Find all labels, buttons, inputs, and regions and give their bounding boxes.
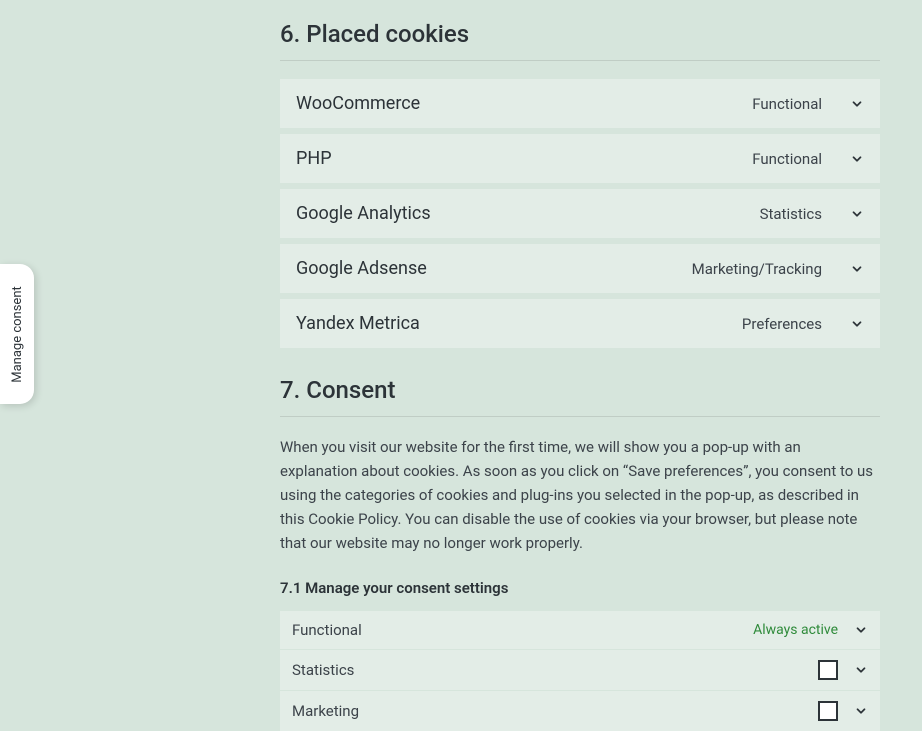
- consent-body-text: When you visit our website for the first…: [280, 435, 880, 555]
- chevron-down-icon: [850, 97, 864, 111]
- always-active-label: Always active: [753, 622, 838, 638]
- chevron-down-icon: [854, 663, 868, 677]
- cookie-right: Marketing/Tracking: [692, 260, 864, 278]
- chevron-down-icon: [854, 623, 868, 637]
- consent-label: Functional: [292, 621, 362, 639]
- cookie-name: Google Adsense: [296, 258, 427, 279]
- cookie-item-php[interactable]: PHP Functional: [280, 134, 880, 183]
- consent-row-functional[interactable]: Functional Always active: [280, 611, 880, 649]
- cookie-category: Statistics: [760, 205, 822, 223]
- cookie-category: Preferences: [742, 315, 822, 333]
- consent-sub-heading: 7.1 Manage your consent settings: [280, 579, 880, 597]
- consent-right: [818, 701, 868, 721]
- cookie-right: Preferences: [742, 315, 864, 333]
- consent-checkbox[interactable]: [818, 660, 838, 680]
- cookie-item-google-analytics[interactable]: Google Analytics Statistics: [280, 189, 880, 238]
- cookie-name: Yandex Metrica: [296, 313, 420, 334]
- manage-consent-label: Manage consent: [10, 286, 25, 383]
- cookie-category: Functional: [752, 150, 822, 168]
- consent-label: Statistics: [292, 661, 354, 679]
- chevron-down-icon: [850, 152, 864, 166]
- cookie-accordion-list: WooCommerce Functional PHP Functional Go…: [280, 79, 880, 348]
- consent-label: Marketing: [292, 702, 359, 720]
- cookie-category: Marketing/Tracking: [692, 260, 822, 278]
- section-heading-consent: 7. Consent: [280, 376, 880, 417]
- chevron-down-icon: [854, 704, 868, 718]
- chevron-down-icon: [850, 317, 864, 331]
- consent-row-marketing[interactable]: Marketing: [280, 691, 880, 731]
- cookie-right: Functional: [752, 95, 864, 113]
- main-content: 6. Placed cookies WooCommerce Functional…: [280, 0, 880, 731]
- consent-row-statistics[interactable]: Statistics: [280, 650, 880, 690]
- cookie-name: WooCommerce: [296, 93, 420, 114]
- cookie-item-woocommerce[interactable]: WooCommerce Functional: [280, 79, 880, 128]
- cookie-item-google-adsense[interactable]: Google Adsense Marketing/Tracking: [280, 244, 880, 293]
- consent-right: [818, 660, 868, 680]
- chevron-down-icon: [850, 262, 864, 276]
- section-heading-placed-cookies: 6. Placed cookies: [280, 20, 880, 61]
- cookie-right: Functional: [752, 150, 864, 168]
- consent-checkbox[interactable]: [818, 701, 838, 721]
- cookie-item-yandex-metrica[interactable]: Yandex Metrica Preferences: [280, 299, 880, 348]
- chevron-down-icon: [850, 207, 864, 221]
- cookie-name: PHP: [296, 148, 332, 169]
- consent-settings-list: Functional Always active Statistics Mark…: [280, 611, 880, 731]
- consent-right: Always active: [753, 622, 868, 638]
- cookie-name: Google Analytics: [296, 203, 431, 224]
- cookie-right: Statistics: [760, 205, 864, 223]
- cookie-category: Functional: [752, 95, 822, 113]
- manage-consent-tab[interactable]: Manage consent: [0, 264, 34, 404]
